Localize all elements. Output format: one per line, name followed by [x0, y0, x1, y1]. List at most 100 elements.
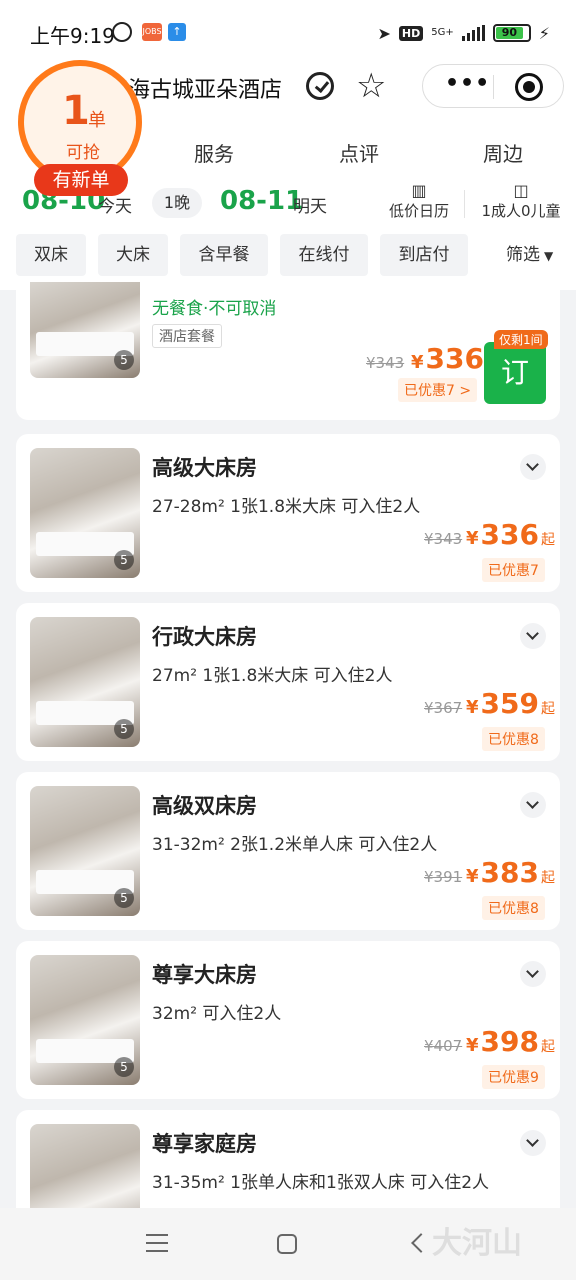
- refresh-share-icon[interactable]: [306, 72, 334, 100]
- room-name: 尊享大床房: [152, 963, 257, 987]
- discount-badge[interactable]: 已优惠7 >: [398, 378, 478, 402]
- divider: [464, 190, 465, 218]
- photo-count: 5: [114, 719, 134, 739]
- favorite-star-icon[interactable]: ☆: [356, 66, 386, 106]
- battery-icon: 90: [492, 24, 531, 42]
- price-suffix: 起: [540, 1039, 555, 1055]
- meal-policy: 无餐食·不可取消: [152, 299, 277, 319]
- room-card[interactable]: 5 尊享大床房 32m² 可入住2人 ¥407 ¥398 起已优惠9: [16, 941, 560, 1099]
- room-photo[interactable]: 5: [30, 955, 140, 1085]
- discount-badge: 已优惠8: [482, 896, 545, 920]
- close-target-icon[interactable]: [515, 73, 543, 101]
- discount-badge: 已优惠8: [482, 727, 545, 751]
- room-desc: 27m² 1张1.8米大床 可入住2人: [152, 666, 393, 686]
- nights-badge: 1晚: [152, 188, 202, 218]
- system-nav-bar: 大河山: [0, 1208, 576, 1280]
- original-price: ¥343: [366, 354, 405, 372]
- price-value: 383: [480, 856, 539, 889]
- guests-label: 1成人0儿童: [481, 202, 561, 220]
- hd-badge: HD: [398, 25, 424, 41]
- current-price: ¥359 起: [466, 687, 555, 720]
- room-photo[interactable]: 5: [30, 617, 140, 747]
- original-price: ¥391: [424, 868, 463, 886]
- promo-count: 1: [62, 88, 90, 134]
- door-icon: ◫: [513, 181, 529, 200]
- calendar-label: 低价日历: [388, 202, 449, 220]
- network-label: 5G+: [431, 27, 454, 38]
- room-name: 行政大床房: [152, 625, 257, 649]
- photo-count: 5: [114, 1057, 134, 1077]
- price-suffix: 起: [540, 701, 555, 717]
- chevron-down-icon[interactable]: [520, 623, 546, 649]
- watermark: 大河山: [432, 1226, 522, 1261]
- home-icon[interactable]: [277, 1234, 297, 1254]
- room-name: 高级大床房: [152, 456, 257, 480]
- room-card-partial[interactable]: 5 无餐食·不可取消 酒店套餐 ¥343 ¥336 已优惠7 > 订 仅剩1间: [16, 282, 560, 420]
- status-right-group: ➤ HD 5G+ 90 ⚡: [378, 20, 550, 46]
- filter-button[interactable]: 筛选 ▼: [478, 234, 576, 276]
- room-list[interactable]: 5 无餐食·不可取消 酒店套餐 ¥343 ¥336 已优惠7 > 订 仅剩1间 …: [0, 282, 576, 1208]
- book-button[interactable]: 订: [484, 342, 546, 404]
- app-notification-icon: JOBS: [142, 23, 162, 41]
- filter-chip-pay-at-hotel[interactable]: 到店付: [380, 234, 468, 276]
- current-price: ¥336 起: [466, 518, 555, 551]
- checkout-date[interactable]: 08-11: [220, 186, 303, 216]
- filter-chip-double[interactable]: 大床: [98, 234, 168, 276]
- tab-service[interactable]: 服务: [194, 138, 234, 167]
- room-card[interactable]: 5 高级大床房 27-28m² 1张1.8米大床 可入住2人 ¥343 ¥336 起已优惠…: [16, 434, 560, 592]
- location-arrow-icon: ➤: [377, 23, 391, 43]
- promo-sub: 可抢: [66, 143, 100, 163]
- photo-count: 5: [114, 550, 134, 570]
- menu-icon[interactable]: [146, 1234, 168, 1252]
- room-desc: 32m² 可入住2人: [152, 1004, 282, 1024]
- back-icon[interactable]: [411, 1233, 431, 1253]
- currency-symbol: ¥: [466, 1035, 479, 1056]
- price-suffix: 起: [540, 870, 555, 886]
- battery-level: 90: [495, 27, 523, 39]
- price-value: 336: [425, 342, 484, 375]
- room-desc: 31-32m² 2张1.2米单人床 可入住2人: [152, 835, 438, 855]
- capsule-divider: [493, 75, 494, 99]
- room-card[interactable]: 5 高级双床房 31-32m² 2张1.2米单人床 可入住2人 ¥391 ¥383 起已优…: [16, 772, 560, 930]
- more-icon[interactable]: •••: [445, 73, 490, 95]
- miniapp-capsule: •••: [422, 64, 564, 108]
- tab-reviews[interactable]: 点评: [339, 138, 379, 167]
- current-price: ¥398 起: [466, 1025, 555, 1058]
- low-price-calendar-button[interactable]: ▥ 低价日历: [386, 182, 452, 222]
- room-desc: 27-28m² 1张1.8米大床 可入住2人: [152, 497, 421, 517]
- checkout-label: 明天: [293, 197, 327, 217]
- room-card[interactable]: 5 行政大床房 27m² 1张1.8米大床 可入住2人 ¥367 ¥359 起已优惠8: [16, 603, 560, 761]
- price-value: 336: [480, 518, 539, 551]
- room-photo[interactable]: 5: [30, 786, 140, 916]
- promo-ribbon[interactable]: 有新单: [34, 164, 128, 196]
- filter-label: 筛选: [506, 245, 540, 265]
- chevron-down-icon[interactable]: [520, 454, 546, 480]
- filter-chip-twin[interactable]: 双床: [16, 234, 86, 276]
- price-value: 359: [480, 687, 539, 720]
- room-name: 高级双床房: [152, 794, 257, 818]
- currency-symbol: ¥: [466, 697, 479, 718]
- filter-chip-online-pay[interactable]: 在线付: [280, 234, 368, 276]
- filter-bar: 双床 大床 含早餐 在线付 到店付 筛选 ▼: [16, 234, 576, 276]
- room-card[interactable]: 5 尊享家庭房 31-35m² 1张单人床和1张双人床 可入住2人: [16, 1110, 560, 1208]
- chevron-down-icon[interactable]: [520, 961, 546, 987]
- original-price: ¥407: [424, 1037, 463, 1055]
- room-photo[interactable]: 5: [30, 448, 140, 578]
- chevron-down-icon[interactable]: [520, 792, 546, 818]
- currency-symbol: ¥: [411, 352, 424, 373]
- guests-button[interactable]: ◫ 1成人0儿童: [476, 182, 566, 222]
- currency-symbol: ¥: [466, 866, 479, 887]
- current-price: ¥383 起: [466, 856, 555, 889]
- stock-tag: 仅剩1间: [494, 330, 548, 349]
- chevron-down-icon[interactable]: [520, 1130, 546, 1156]
- room-photo[interactable]: 5: [30, 1124, 140, 1208]
- discount-badge: 已优惠9: [482, 1065, 545, 1089]
- package-tag: 酒店套餐: [152, 324, 222, 348]
- caret-down-icon: ▼: [544, 249, 554, 263]
- charging-icon: ⚡: [538, 23, 550, 43]
- tab-nearby[interactable]: 周边: [483, 138, 523, 167]
- filter-chip-breakfast[interactable]: 含早餐: [180, 234, 268, 276]
- discount-badge: 已优惠7: [482, 558, 545, 582]
- room-photo[interactable]: 5: [30, 282, 140, 378]
- status-time: 上午9:19: [30, 24, 115, 48]
